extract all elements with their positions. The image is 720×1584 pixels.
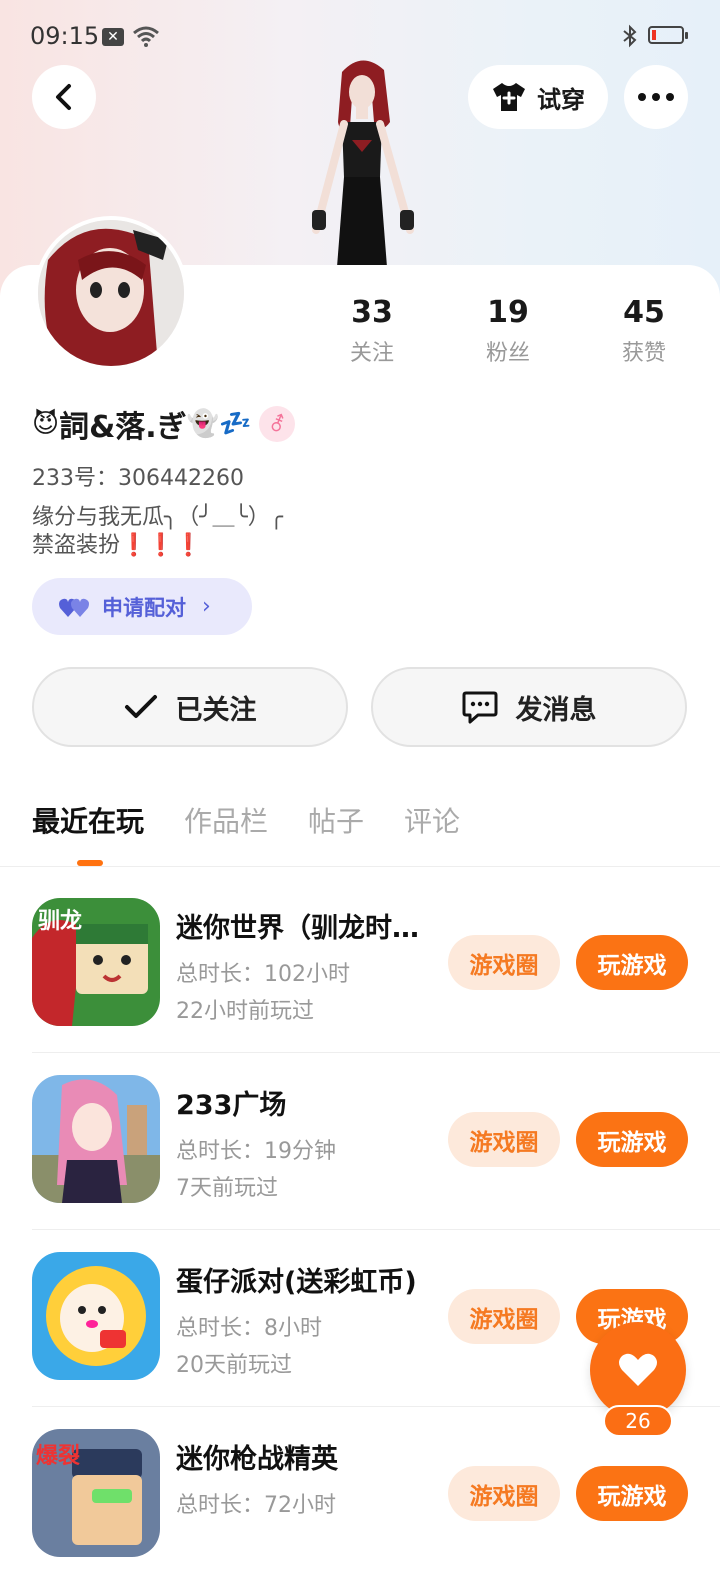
tabs-divider xyxy=(0,866,720,867)
heart-icon xyxy=(619,1353,657,1386)
game-circle-button[interactable]: 游戏圈 xyxy=(448,1289,560,1344)
chat-bubble-icon xyxy=(462,691,497,724)
like-count-badge: 26 xyxy=(603,1405,673,1437)
avatar-3d-figure xyxy=(312,60,414,267)
game-last-played: 22小时前玩过 xyxy=(176,999,314,1024)
stat-likes[interactable]: 45 获赞 xyxy=(589,295,699,367)
game-list-item[interactable]: 233广场 总时长：19分钟 7天前玩过 游戏圈 玩游戏 xyxy=(0,1053,720,1230)
follow-button[interactable]: 已关注 xyxy=(32,667,348,747)
try-on-button[interactable]: 试穿 xyxy=(468,65,608,129)
wifi-icon xyxy=(133,26,159,47)
game-circle-button[interactable]: 游戏圈 xyxy=(448,935,560,990)
send-message-label: 发消息 xyxy=(515,694,597,726)
stat-fans-label: 粉丝 xyxy=(485,341,530,366)
stat-likes-label: 获赞 xyxy=(621,341,666,366)
game-list-item[interactable]: 驯龙 迷你世界（驯龙时… 总时长：102小时 22小时前玩过 游戏圈 玩游戏 xyxy=(0,876,720,1053)
game-duration: 总时长：8小时 xyxy=(176,1316,322,1341)
game-last-played: 20天前玩过 xyxy=(176,1353,292,1378)
avatar-image xyxy=(38,220,184,366)
stat-following-value: 33 xyxy=(351,295,393,330)
bio-line-2: 禁盗装扮 xyxy=(32,533,121,558)
mini-gun-elite-icon: 爆裂 xyxy=(32,1429,160,1557)
user-id[interactable]: 233号：306442260 xyxy=(32,460,244,492)
tab-works[interactable]: 作品栏 xyxy=(184,800,268,840)
profile-name: 😈 詞&落.ぎ 👻💤 ⚦ xyxy=(32,404,296,445)
notification-icon: ✕ xyxy=(102,28,124,46)
devil-emoji: 😈 xyxy=(32,409,60,439)
username: 詞&落.ぎ xyxy=(59,410,187,445)
battery-icon xyxy=(648,26,688,44)
mini-world-dragon-icon: 驯龙 xyxy=(32,898,160,1026)
follow-label: 已关注 xyxy=(175,694,257,726)
match-label: 申请配对 xyxy=(102,595,186,620)
game-duration: 总时长：102小时 xyxy=(176,962,350,987)
status-time: 09:15 xyxy=(30,22,100,50)
stat-following[interactable]: 33 关注 xyxy=(317,295,427,367)
double-heart-icon xyxy=(59,598,89,617)
chevron-right-icon: › xyxy=(202,594,211,619)
game-last-played: 7天前玩过 xyxy=(176,1176,278,1201)
game-title: 蛋仔派对(送彩虹币) xyxy=(176,1267,417,1298)
ghost-zzz-emoji: 👻💤 xyxy=(186,409,252,439)
chevron-left-icon xyxy=(56,84,71,110)
like-button[interactable] xyxy=(590,1322,686,1418)
stat-following-label: 关注 xyxy=(349,341,394,366)
bluetooth-icon xyxy=(623,24,637,48)
try-on-label: 试穿 xyxy=(537,85,585,114)
game-title: 迷你枪战精英 xyxy=(176,1444,338,1475)
back-button[interactable] xyxy=(32,65,96,129)
profile-tabs: 最近在玩 作品栏 帖子 评论 xyxy=(32,800,460,840)
tab-comments[interactable]: 评论 xyxy=(404,800,460,840)
tshirt-icon xyxy=(493,83,525,111)
match-request-button[interactable]: 申请配对 › xyxy=(32,578,252,635)
stat-fans-value: 19 xyxy=(487,295,529,330)
more-dots-icon xyxy=(638,93,674,101)
check-icon xyxy=(124,695,157,718)
stat-fans[interactable]: 19 粉丝 xyxy=(453,295,563,367)
svg-text:驯龙: 驯龙 xyxy=(38,909,82,934)
game-duration: 总时长：19分钟 xyxy=(176,1139,336,1164)
avatar[interactable] xyxy=(34,216,188,370)
gender-icon: ⚦ xyxy=(259,406,296,442)
stat-likes-value: 45 xyxy=(623,295,665,330)
game-circle-button[interactable]: 游戏圈 xyxy=(448,1466,560,1521)
plaza-233-icon xyxy=(32,1075,160,1203)
game-title: 233广场 xyxy=(176,1090,287,1121)
bio: 缘分与我无瓜╮（╯＿╰）╭ 禁盗装扮❗❗❗ xyxy=(32,504,283,560)
bio-line-1: 缘分与我无瓜╮（╯＿╰）╭ xyxy=(32,505,283,530)
game-circle-button[interactable]: 游戏圈 xyxy=(448,1112,560,1167)
play-game-button[interactable]: 玩游戏 xyxy=(576,1466,688,1521)
tab-posts[interactable]: 帖子 xyxy=(308,800,364,840)
play-game-button[interactable]: 玩游戏 xyxy=(576,935,688,990)
bio-exclamation-marks: ❗❗❗ xyxy=(120,533,203,558)
tab-recently-played[interactable]: 最近在玩 xyxy=(32,800,144,840)
game-duration: 总时长：72小时 xyxy=(176,1493,336,1518)
game-title: 迷你世界（驯龙时… xyxy=(176,913,419,944)
play-game-button[interactable]: 玩游戏 xyxy=(576,1112,688,1167)
svg-text:爆裂: 爆裂 xyxy=(36,1444,80,1469)
send-message-button[interactable]: 发消息 xyxy=(371,667,687,747)
eggy-party-icon xyxy=(32,1252,160,1380)
more-options-button[interactable] xyxy=(624,65,688,129)
